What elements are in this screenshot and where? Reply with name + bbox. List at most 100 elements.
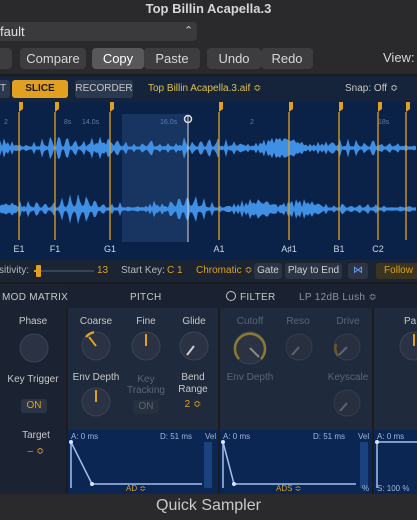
reso-label: Reso [286, 316, 310, 327]
view-label: View: [383, 50, 415, 65]
snap-selector[interactable]: Snap: Off ≎ [345, 83, 398, 94]
slice-mode-button[interactable]: SLICE [12, 80, 68, 98]
time-ruler: 2 8s 14.0s 16.0s 2 18s [4, 119, 390, 126]
filter-type-selector[interactable]: LP 12dB Lush ≎ [299, 292, 377, 303]
pitch-env-decay: D: 51 ms [160, 432, 193, 441]
slice-marker-flag[interactable] [378, 102, 382, 112]
ruler-label: 2 [250, 119, 254, 126]
waveform-channel-left [0, 136, 416, 160]
sensitivity-label: sitivity: [0, 265, 29, 276]
coarse-label: Coarse [79, 316, 113, 327]
waveform-display[interactable]: 2 8s 14.0s 16.0s 2 18s E1 F1 G1 A1 A♯1 B1 C2 [0, 102, 417, 254]
ruler-label: 8s [64, 119, 72, 126]
pitch-env-depth-knob[interactable] [80, 386, 112, 418]
scale-selector[interactable]: Chromatic ≎ [196, 265, 253, 276]
cutoff-knob[interactable] [232, 330, 268, 366]
slice-note-label: G1 [104, 244, 116, 254]
amp-env-attack: A: 0 ms [377, 432, 405, 441]
fine-knob[interactable] [130, 330, 162, 362]
pitch-env-mode[interactable]: AD ≎ [126, 484, 146, 493]
waveform-channel-right [0, 193, 416, 225]
undo-button[interactable]: Undo [207, 48, 261, 69]
fine-label: Fine [136, 316, 156, 327]
ruler-label: 18s [378, 119, 390, 126]
slice-note-label: E1 [13, 244, 24, 254]
ruler-label: 2 [4, 119, 8, 126]
pitch-env-attack: A: 0 ms [71, 432, 99, 441]
tab-pitch[interactable]: PITCH [130, 292, 162, 303]
slice-marker-flag[interactable] [110, 102, 114, 112]
target-selector[interactable]: – ≎ [0, 446, 72, 457]
reso-knob[interactable] [284, 332, 314, 362]
sample-file-selector[interactable]: Top Billin Acapella.3.aif ≎ [148, 83, 261, 94]
start-key-label: Start Key: [121, 265, 165, 276]
sensitivity-slider-handle[interactable] [36, 265, 41, 277]
copy-button[interactable]: Copy [92, 48, 144, 69]
ruler-label: 16.0s [160, 119, 178, 126]
sensitivity-slider-track[interactable] [34, 270, 94, 272]
slice-marker-flag[interactable] [55, 102, 59, 112]
gate-button[interactable]: Gate [254, 263, 282, 279]
follow-button[interactable]: Follow [376, 263, 417, 279]
window-title: Top Billin Acapella.3 [145, 1, 272, 16]
slice-markers[interactable]: E1 F1 G1 A1 A♯1 B1 C2 [13, 102, 410, 254]
right-panel-label: Pa [404, 316, 417, 327]
slice-note-label: B1 [333, 244, 344, 254]
play-to-end-button[interactable]: Play to End [285, 263, 342, 279]
bend-range-selector[interactable]: 2 ≎ [172, 399, 214, 410]
phase-knob[interactable] [18, 332, 50, 364]
recorder-mode-button[interactable]: RECORDER [75, 80, 133, 98]
filter-env-decay: D: 51 ms [313, 432, 346, 441]
compare-button[interactable]: Compare [20, 48, 86, 69]
glide-knob[interactable] [178, 330, 210, 362]
slice-note-label: A♯1 [281, 244, 297, 254]
filter-env-vel[interactable]: Vel [358, 432, 369, 441]
glide-label: Glide [182, 316, 206, 327]
keyscale-label: Keyscale [327, 372, 369, 383]
mode-button-left[interactable]: T [0, 80, 10, 98]
slice-marker-flag[interactable] [289, 102, 293, 112]
key-tracking-toggle[interactable]: ON [133, 400, 159, 414]
pitch-env-depth-label: Env Depth [72, 372, 120, 383]
keyscale-knob[interactable] [332, 388, 362, 418]
filter-env-mode[interactable]: ADS ≎ [276, 484, 301, 493]
plugin-name: Quick Sampler [156, 497, 261, 514]
selection-region[interactable] [122, 114, 188, 242]
filter-env-attack: A: 0 ms [223, 432, 251, 441]
ruler-label: 14.0s [82, 119, 100, 126]
sensitivity-value: 13 [97, 265, 109, 276]
drive-knob[interactable] [332, 332, 362, 362]
pitch-env-vel[interactable]: Vel [205, 432, 216, 441]
phase-label: Phase [18, 316, 48, 327]
slice-marker-flag[interactable] [219, 102, 223, 112]
tab-mod-matrix[interactable]: MOD MATRIX [2, 292, 68, 303]
start-key-value[interactable]: C 1 [167, 265, 183, 276]
waveform-svg: 2 8s 14.0s 16.0s 2 18s E1 F1 G1 A1 A♯1 B1 C2 [0, 102, 416, 254]
slice-note-label: A1 [213, 244, 224, 254]
key-tracking-label: Key Tracking [127, 374, 165, 396]
key-trigger-label: Key Trigger [7, 374, 59, 385]
slice-marker-flag[interactable] [19, 102, 23, 112]
coarse-knob[interactable] [80, 330, 112, 362]
preset-name[interactable]: fault [0, 24, 25, 39]
filter-env-percent: % [362, 484, 370, 493]
target-label: Target [22, 430, 50, 441]
slice-marker-flag[interactable] [339, 102, 343, 112]
key-trigger-toggle[interactable]: ON [21, 399, 47, 413]
redo-button[interactable]: Redo [261, 48, 313, 69]
chevron-updown-icon[interactable]: ⌃ [184, 24, 193, 37]
slice-marker-flag[interactable] [406, 102, 410, 112]
right-panel-knob[interactable] [398, 330, 417, 362]
paste-button[interactable]: Paste [144, 48, 200, 69]
bend-range-label: Bend Range [178, 372, 208, 395]
tab-filter[interactable]: FILTER [240, 292, 276, 303]
loop-icon[interactable]: ⋈ [348, 263, 368, 279]
toolbar-left-button[interactable] [0, 48, 12, 69]
filter-env-depth-label: Env Depth [226, 372, 274, 383]
preset-selector[interactable] [0, 22, 197, 41]
power-icon[interactable] [226, 291, 236, 301]
slice-note-label: F1 [50, 244, 61, 254]
drive-label: Drive [336, 316, 360, 327]
amp-env-sustain: S: 100 % [377, 484, 410, 493]
slice-note-label: C2 [372, 244, 384, 254]
